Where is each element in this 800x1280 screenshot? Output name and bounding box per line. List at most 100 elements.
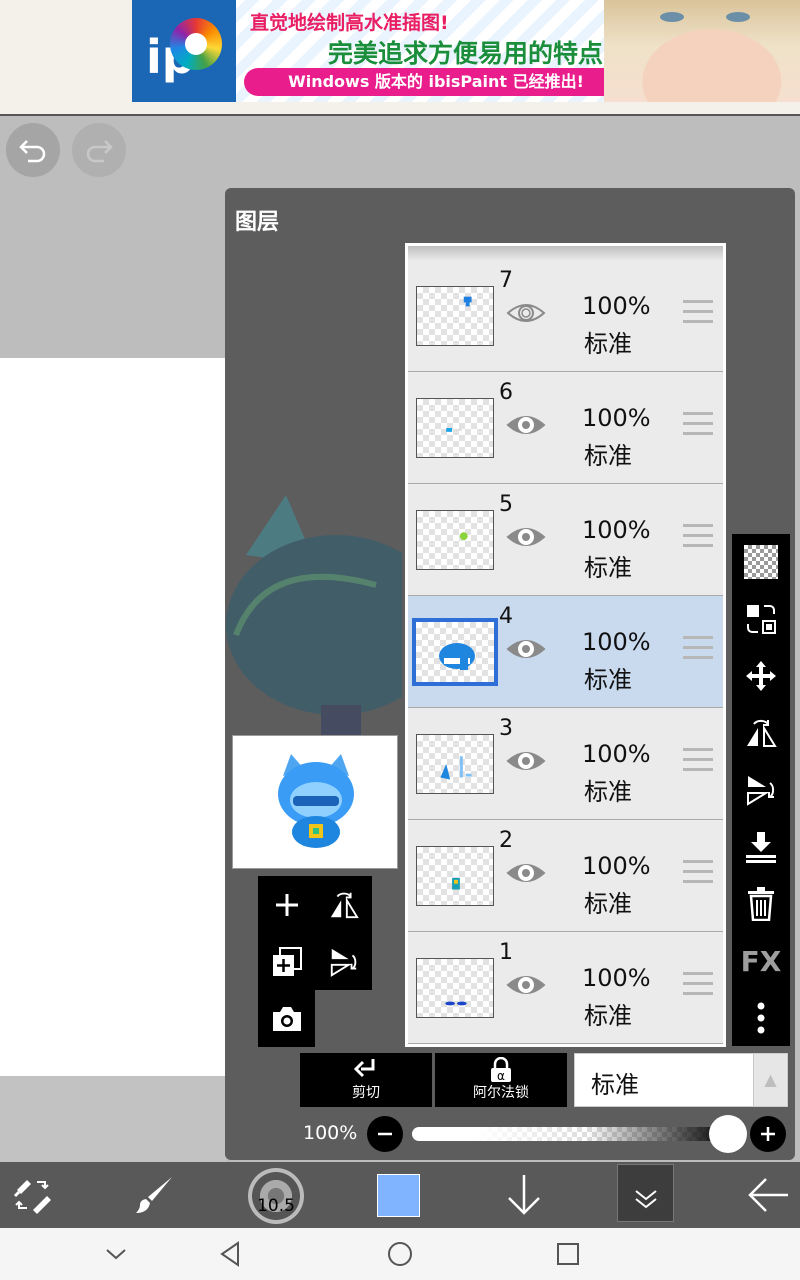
layer-opacity: 100% [582,628,651,656]
brush-tool-button[interactable] [126,1162,182,1228]
drag-handle-icon[interactable] [683,412,713,436]
layer-number: 3 [499,716,513,741]
layer-blend-mode: 标准 [584,1002,632,1030]
flip-vertical-icon [747,776,775,806]
layer-row[interactable]: 4 100% 标准 [408,596,723,708]
flip-horizontal-button[interactable] [732,705,790,761]
eye-icon[interactable] [506,629,546,669]
swap-layer-button[interactable] [732,591,790,647]
color-swatch[interactable] [377,1174,420,1217]
nav-hide-button[interactable] [96,1228,136,1280]
eye-icon[interactable] [506,293,546,333]
layer-actions [258,876,372,990]
brush-size-button[interactable]: 10.5 [248,1168,304,1224]
import-photo-button[interactable] [258,990,315,1047]
flip-vertical-button[interactable] [732,762,790,818]
ad-subheadline: 完美追求方便易用的特点! [328,39,615,68]
drag-handle-icon[interactable] [683,748,713,772]
layer-thumbnail[interactable] [416,846,494,906]
eye-icon[interactable] [506,517,546,557]
color-wheel-icon [170,18,222,70]
circle-home-icon [388,1242,412,1266]
layer-opacity: 100% [582,852,651,880]
eye-icon[interactable] [506,965,546,1005]
ad-headline: 直觉地绘制高水准插图! [250,12,449,34]
layer-list-top [408,246,723,260]
layer-list[interactable]: 7 100% 标准 6 100% 标准 5 100% 标准 4 100% 标准 3 100% 标准 2 100%… [405,243,726,1047]
layer-thumbnail[interactable] [416,286,494,346]
nav-back-button[interactable] [210,1228,250,1280]
layer-thumbnail[interactable] [412,618,498,686]
flip-horizontal-icon [747,719,777,747]
panel-title: 图层 [235,210,280,235]
back-button[interactable] [740,1162,796,1228]
canvas-bottom-strip [0,1076,226,1162]
selection-tool-button[interactable] [4,1162,60,1228]
duplicate-layer-button[interactable] [258,933,315,990]
layer-opacity: 100% [582,516,651,544]
layer-thumbnail[interactable] [416,510,494,570]
layer-row[interactable]: 1 100% 标准 [408,932,723,1044]
layer-opacity: 100% [582,964,651,992]
opacity-decrease-button[interactable] [367,1116,403,1152]
opacity-slider-thumb[interactable] [709,1115,747,1153]
scroll-down-button[interactable] [496,1162,552,1228]
add-layer-button[interactable] [258,876,315,933]
more-options-button[interactable] [732,990,790,1046]
layer-panel-toggle[interactable] [617,1164,674,1222]
nav-recents-button[interactable] [548,1228,588,1280]
layer-row[interactable]: 6 100% 标准 [408,372,723,484]
checkerboard-icon [744,545,778,579]
flip-layer-vertical-button[interactable] [315,933,372,990]
eye-icon[interactable] [506,853,546,893]
flip-layer-horizontal-button[interactable] [315,876,372,933]
undo-button[interactable] [6,123,60,177]
layer-thumbnail[interactable] [416,958,494,1018]
bottom-toolbar: 10.5 [0,1162,800,1228]
drag-handle-icon[interactable] [683,300,713,324]
drag-handle-icon[interactable] [683,972,713,996]
transparent-layer-button[interactable] [732,534,790,590]
layer-blend-mode: 标准 [584,666,632,694]
transform-tool-icon [13,1180,51,1214]
layer-tool-column: FX [732,534,790,1046]
layer-row[interactable]: 7 100% 标准 [408,260,723,372]
eye-icon[interactable] [506,741,546,781]
clip-arrow-icon [353,1059,375,1078]
redo-button[interactable] [72,123,126,177]
alpha-lock-button[interactable]: α 阿尔法锁 [435,1053,567,1107]
eye-icon[interactable] [506,405,546,445]
blend-mode-select[interactable]: 标准 ▲ [574,1053,788,1107]
layer-row[interactable]: 2 100% 标准 [408,820,723,932]
ad-banner[interactable]: ip 直觉地绘制高水准插图! 完美追求方便易用的特点! Windows 版本的 … [132,0,800,102]
drag-handle-icon[interactable] [683,636,713,660]
dropdown-arrow-icon: ▲ [753,1054,787,1106]
layer-number: 2 [499,828,513,853]
layer-number: 5 [499,492,513,517]
merge-down-button[interactable] [732,819,790,875]
canvas[interactable] [0,358,226,1076]
move-button[interactable] [732,648,790,704]
layer-row[interactable]: 3 100% 标准 [408,708,723,820]
drag-handle-icon[interactable] [683,860,713,884]
copy-layer-icon [272,946,302,976]
flip-horizontal-icon [330,892,359,918]
camera-icon [272,1006,301,1031]
layer-row[interactable]: 5 100% 标准 [408,484,723,596]
nav-home-button[interactable] [380,1228,420,1280]
clipping-button[interactable]: 剪切 [300,1053,432,1107]
square-recents-icon [557,1243,579,1265]
opacity-slider[interactable] [412,1127,730,1141]
ad-area: ip 直觉地绘制高水准插图! 完美追求方便易用的特点! Windows 版本的 … [0,0,800,116]
fx-button[interactable]: FX [732,933,790,989]
layer-opacity: 100% [582,404,651,432]
layer-thumbnail[interactable] [416,398,494,458]
drag-handle-icon[interactable] [683,524,713,548]
flip-vertical-icon [330,948,356,977]
opacity-increase-button[interactable] [750,1116,786,1152]
swap-icon [747,605,776,634]
arrow-left-icon [748,1178,788,1212]
delete-layer-button[interactable] [732,876,790,932]
layer-thumbnail[interactable] [416,734,494,794]
layer-actions-extra [258,990,315,1047]
